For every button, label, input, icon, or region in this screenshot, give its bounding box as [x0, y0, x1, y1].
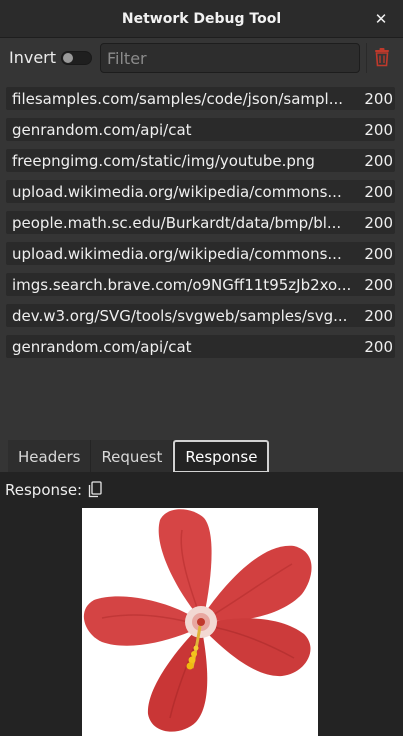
toolbar-separator [366, 43, 367, 73]
copy-button[interactable] [88, 481, 102, 498]
clear-button[interactable] [373, 47, 391, 67]
request-status: 200 [364, 151, 393, 170]
request-status: 200 [364, 213, 393, 232]
copy-icon [88, 481, 102, 498]
request-status: 200 [364, 337, 393, 356]
request-url: genrandom.com/api/cat [12, 337, 192, 356]
request-url: people.math.sc.edu/Burkardt/data/bmp/bl.… [12, 213, 342, 232]
request-status: 200 [364, 275, 393, 294]
window-title: Network Debug Tool [121, 10, 282, 27]
close-button[interactable]: ✕ [371, 9, 391, 29]
request-status: 200 [364, 120, 393, 139]
tab-request[interactable]: Request [91, 440, 174, 473]
detail-tabs: Headers Request Response [8, 440, 270, 473]
request-row[interactable]: freepngimg.com/static/img/youtube.png 20… [6, 149, 395, 172]
response-panel: Response: [0, 472, 403, 736]
toolbar: Invert [0, 38, 403, 78]
request-url: upload.wikimedia.org/wikipedia/commons..… [12, 182, 342, 201]
invert-toggle[interactable] [61, 51, 92, 65]
request-status: 200 [364, 182, 393, 201]
request-row[interactable]: genrandom.com/api/cat 200 [6, 118, 395, 141]
response-label: Response: [5, 481, 83, 499]
request-row[interactable]: filesamples.com/samples/code/json/sampl.… [6, 87, 395, 110]
request-row[interactable]: upload.wikimedia.org/wikipedia/commons..… [6, 180, 395, 203]
toggle-knob [63, 53, 73, 63]
request-url: genrandom.com/api/cat [12, 120, 192, 139]
request-url: imgs.search.brave.com/o9NGff11t95zJb2xo.… [12, 275, 352, 294]
request-row[interactable]: genrandom.com/api/cat 200 [6, 335, 395, 358]
request-status: 200 [364, 244, 393, 263]
request-row[interactable]: people.math.sc.edu/Burkardt/data/bmp/bl.… [6, 211, 395, 234]
request-list: filesamples.com/samples/code/json/sampl.… [6, 87, 395, 366]
tab-response[interactable]: Response [173, 440, 270, 473]
invert-label: Invert [9, 48, 57, 67]
close-icon: ✕ [374, 10, 388, 28]
request-row[interactable]: imgs.search.brave.com/o9NGff11t95zJb2xo.… [6, 273, 395, 296]
request-status: 200 [364, 306, 393, 325]
tab-headers[interactable]: Headers [8, 440, 92, 473]
response-image-preview [82, 508, 318, 736]
request-row[interactable]: dev.w3.org/SVG/tools/svgweb/samples/svg.… [6, 304, 395, 327]
hibiscus-flower-image [82, 508, 318, 736]
request-url: freepngimg.com/static/img/youtube.png [12, 151, 315, 170]
request-url: filesamples.com/samples/code/json/sampl.… [12, 89, 344, 108]
request-row[interactable]: upload.wikimedia.org/wikipedia/commons..… [6, 242, 395, 265]
request-url: upload.wikimedia.org/wikipedia/commons..… [12, 244, 342, 263]
request-url: dev.w3.org/SVG/tools/svgweb/samples/svg.… [12, 306, 348, 325]
request-status: 200 [364, 89, 393, 108]
title-bar: Network Debug Tool ✕ [0, 0, 403, 38]
trash-icon [375, 48, 389, 67]
filter-input[interactable] [100, 43, 360, 73]
